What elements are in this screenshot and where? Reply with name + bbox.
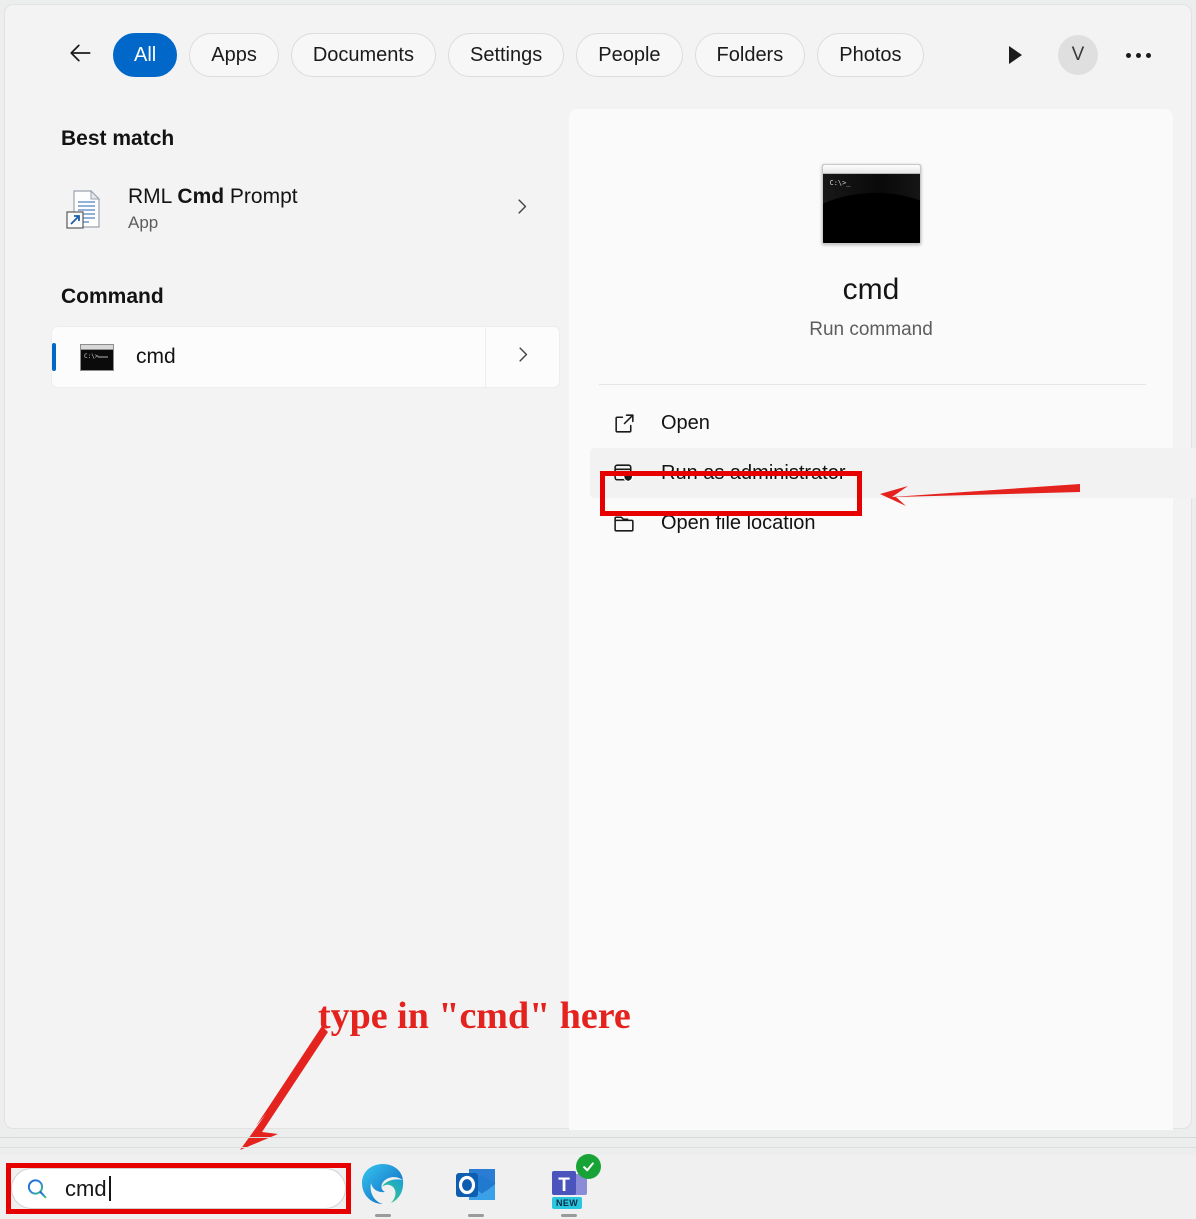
play-icon [1008,46,1022,64]
filter-tab-apps[interactable]: Apps [189,33,279,77]
taskbar-top-divider-2 [0,1147,1196,1148]
result-item-cmd-expand-button[interactable] [485,327,559,387]
outlook-icon [456,1169,495,1200]
status-badge [576,1154,601,1179]
taskbar-app-teams[interactable]: T NEW [544,1154,601,1217]
best-match-title: RML Cmd Prompt [128,185,298,209]
console-icon-prompt: C:\>_ [829,179,851,187]
svg-text:C:\>: C:\> [84,353,99,360]
ellipsis-icon [1136,52,1141,58]
search-icon [25,1177,49,1201]
search-input[interactable]: cmd [65,1176,107,1202]
preview-app-icon-wrap: C:\>_ [821,164,921,244]
taskbar-app-edge[interactable] [358,1160,408,1217]
check-icon [583,1162,594,1172]
filter-tab-all[interactable]: All [113,33,178,77]
search-flyout: All Apps Documents Settings People Folde… [4,4,1196,1130]
best-match-title-match: Cmd [177,185,225,208]
best-match-title-suffix: Prompt [224,185,298,208]
shield-window-icon [610,459,638,487]
preview-divider [599,384,1146,385]
best-match-title-prefix: RML [128,185,178,208]
search-filter-bar: All Apps Documents Settings People Folde… [5,5,1191,105]
text-caret [108,1176,111,1201]
action-run-as-administrator[interactable]: Run as administrator [590,448,1196,498]
filter-tab-folders[interactable]: Folders [694,33,806,77]
result-item-cmd[interactable]: C:\> cmd [52,327,559,387]
result-item-cmd-label: cmd [136,345,176,368]
svg-text:T: T [558,1175,570,1196]
chevron-right-icon [512,199,531,220]
filter-tab-settings[interactable]: Settings [447,33,565,77]
more-options-button[interactable] [1124,45,1153,66]
taskbar-top-divider [0,1137,1196,1138]
screen: All Apps Documents Settings People Folde… [0,0,1196,1219]
action-open-label: Open [661,411,710,434]
preview-title: cmd [842,273,900,306]
filter-tab-photos[interactable]: Photos [817,33,924,77]
play-button[interactable] [998,38,1032,72]
preview-actions-list: Open Run as administrator Open file loca… [569,398,1196,548]
console-icon-titlebar [822,165,920,174]
external-link-icon [610,409,638,437]
annotation-callout-text: type in "cmd" here [318,995,631,1037]
ellipsis-icon [1126,52,1131,58]
command-heading: Command [61,285,164,308]
best-match-subtitle: App [128,213,159,232]
console-icon-curve [822,193,920,243]
preview-subtitle: Run command [809,319,933,340]
best-match-text: RML Cmd Prompt App [128,185,298,233]
console-icon: C:\> [80,343,114,371]
best-match-result[interactable]: RML Cmd Prompt App [52,173,559,245]
back-button[interactable] [61,35,101,75]
console-icon: C:\>_ [821,164,921,244]
taskbar-search-value-wrap: cmd [65,1176,111,1202]
topbar-right-group: V [998,35,1153,75]
chevron-right-icon [513,345,532,369]
taskbar-app-icons: T NEW [358,1154,601,1217]
running-indicator [561,1214,577,1217]
ellipsis-icon [1146,52,1151,58]
arrow-left-icon [68,40,94,71]
results-column: Best match RML Cmd Prompt App Command C:… [5,105,571,1130]
action-run-as-administrator-label: Run as administrator [661,461,846,484]
preview-panel: C:\>_ cmd Run command Open Run as admini… [569,109,1196,1130]
running-indicator [375,1214,391,1217]
running-indicator [468,1214,484,1217]
taskbar-search-box[interactable]: cmd [11,1168,346,1209]
document-shortcut-icon [65,187,109,231]
action-open[interactable]: Open [590,398,1152,448]
action-open-file-location-label: Open file location [661,511,816,534]
best-match-expand-button[interactable] [512,197,531,221]
avatar[interactable]: V [1058,35,1098,75]
filter-tab-people[interactable]: People [576,33,683,77]
best-match-heading: Best match [61,127,175,150]
selection-indicator [52,343,56,371]
taskbar-app-outlook[interactable] [451,1160,501,1217]
edge-icon [362,1164,404,1204]
filter-tab-documents[interactable]: Documents [290,33,436,77]
action-open-file-location[interactable]: Open file location [590,498,1152,548]
folder-icon [610,509,638,537]
teams-new-badge: NEW [552,1197,583,1209]
